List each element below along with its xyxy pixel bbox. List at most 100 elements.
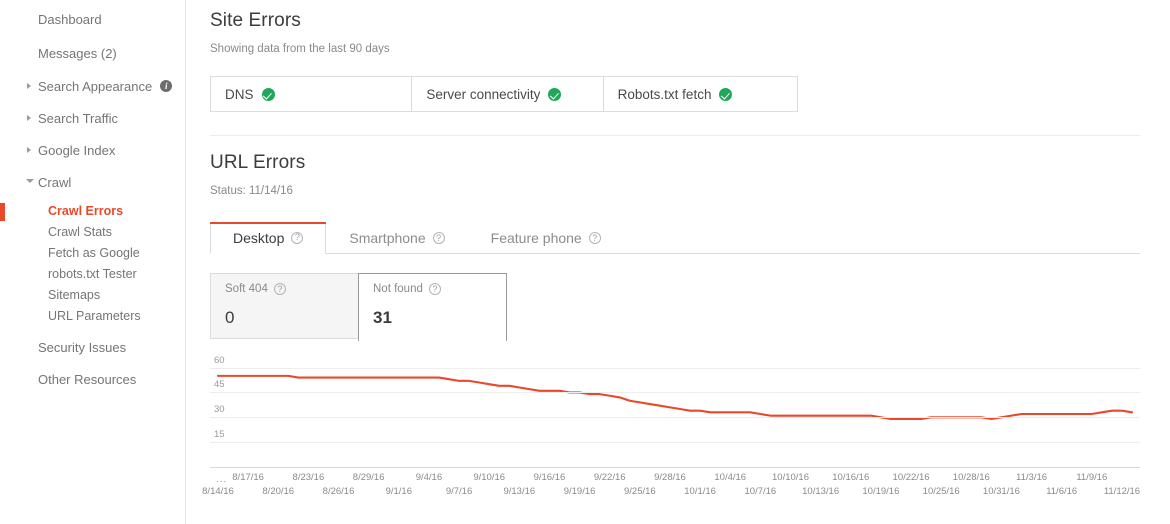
help-icon[interactable]: ? — [428, 283, 441, 295]
tab-label: Desktop — [233, 229, 285, 246]
site-errors-subtitle: Showing data from the last 90 days — [210, 43, 390, 55]
help-icon[interactable]: ? — [291, 231, 304, 244]
check-circle-icon — [719, 87, 733, 101]
site-error-cell-dns[interactable]: DNS — [211, 77, 413, 111]
x-axis-tick-label: 9/1/16 — [385, 486, 412, 497]
metric-value: 0 — [225, 308, 235, 327]
x-axis-tick-label: 10/13/16 — [802, 486, 840, 497]
sidebar-item-messages[interactable]: Messages (2) — [0, 36, 185, 70]
x-axis-tick-label: 8/14/16 — [202, 486, 234, 497]
y-axis-tick-label: 45 — [214, 379, 225, 391]
tab-feature-phone[interactable]: Feature phone ? — [468, 223, 624, 254]
x-axis-tick-label: 10/4/16 — [714, 472, 747, 483]
site-error-cell-server-connectivity[interactable]: Server connectivity — [412, 77, 604, 111]
x-axis-tick-label: 11/12/16 — [1103, 486, 1141, 497]
help-icon[interactable]: ? — [432, 232, 445, 244]
x-axis-tick-label: 8/29/16 — [352, 472, 385, 483]
sidebar-item-label: Security Issues — [38, 339, 127, 355]
y-axis-tick-label: 15 — [214, 429, 225, 441]
x-axis-tick-label: 9/10/16 — [473, 472, 506, 483]
chart-line-svg — [216, 374, 1134, 421]
metric-label: Not found — [373, 283, 423, 295]
sidebar-item-robots-txt-tester[interactable]: robots.txt Tester — [0, 264, 185, 285]
sidebar-item-url-parameters[interactable]: URL Parameters — [0, 306, 185, 327]
sidebar-item-dashboard[interactable]: Dashboard — [0, 2, 185, 36]
chevron-down-icon — [26, 178, 34, 186]
x-axis-tick-label: 11/9/16 — [1076, 472, 1108, 483]
sidebar-item-label: Other Resources — [38, 371, 137, 387]
url-errors-status: Status: 11/14/16 — [210, 185, 293, 197]
sidebar-item-label: URL Parameters — [48, 309, 141, 324]
sidebar-item-other-resources[interactable]: Other Resources — [0, 363, 185, 395]
site-error-label: Server connectivity — [426, 86, 541, 102]
sidebar-item-search-appearance[interactable]: Search Appearance i — [0, 70, 185, 102]
x-axis-tick-label: 11/6/16 — [1046, 486, 1078, 497]
sidebar-item-crawl-stats[interactable]: Crawl Stats — [0, 222, 185, 243]
site-errors-table: DNS Server connectivity Robots.txt fetch — [210, 76, 798, 112]
sidebar-item-security-issues[interactable]: Security Issues — [0, 331, 185, 363]
site-error-cell-robots-txt-fetch[interactable]: Robots.txt fetch — [604, 77, 797, 111]
help-icon[interactable]: ? — [588, 232, 601, 244]
y-axis-tick-label: 60 — [214, 354, 225, 366]
gridline — [210, 392, 1140, 394]
x-axis-tick-label: 9/28/16 — [654, 472, 686, 483]
metric-card-label-wrap: Soft 404 ? — [225, 283, 358, 295]
metric-cards: Soft 404 ? 0 Not found ? 31 — [210, 273, 1140, 341]
chart-plot-area[interactable]: 15 30 45 60 — [210, 354, 1140, 467]
metric-value: 31 — [373, 308, 392, 327]
sidebar: Dashboard Messages (2) Search Appearance… — [0, 0, 186, 524]
tab-label: Feature phone — [490, 230, 582, 246]
sidebar-item-sitemaps[interactable]: Sitemaps — [0, 285, 185, 306]
y-axis-tick-label: 30 — [214, 404, 225, 416]
sidebar-item-label: Sitemaps — [48, 288, 101, 303]
metric-card-label-wrap: Not found ? — [373, 283, 506, 295]
info-icon[interactable]: i — [160, 80, 173, 92]
tab-desktop[interactable]: Desktop ? — [210, 222, 327, 254]
metric-card-not-found[interactable]: Not found ? 31 — [358, 273, 507, 341]
sidebar-item-label: Messages (2) — [38, 45, 117, 61]
metric-label: Soft 404 — [225, 283, 268, 295]
x-axis-tick-label: 10/7/16 — [744, 486, 777, 497]
main-content: Site Errors Showing data from the last 9… — [186, 0, 1170, 524]
gridline — [210, 442, 1140, 444]
x-axis-tick-label: 10/28/16 — [952, 472, 990, 483]
active-indicator — [0, 202, 5, 221]
tab-smartphone[interactable]: Smartphone ? — [326, 223, 467, 254]
x-axis-tick-label: 8/20/16 — [262, 486, 295, 497]
sidebar-item-fetch-as-google[interactable]: Fetch as Google — [0, 243, 185, 264]
x-axis-tick-label: 9/19/16 — [563, 486, 596, 497]
crawl-errors-page: Dashboard Messages (2) Search Appearance… — [0, 0, 1170, 524]
x-axis-tick-label: 9/7/16 — [445, 486, 473, 497]
tab-label: Smartphone — [349, 230, 426, 246]
site-error-label: Robots.txt fetch — [617, 86, 712, 102]
sidebar-item-google-index[interactable]: Google Index — [0, 134, 185, 166]
sidebar-item-label: Search Traffic — [38, 110, 118, 126]
sidebar-item-label: Search Appearance — [38, 78, 153, 94]
x-axis-tick-label: 8/26/16 — [322, 486, 355, 497]
x-axis-tick-label: 8/23/16 — [292, 472, 325, 483]
sidebar-item-label: Fetch as Google — [48, 246, 140, 261]
gridline — [210, 417, 1140, 419]
x-axis-tick-label: 10/25/16 — [922, 486, 960, 497]
x-axis-tick-label: 11/3/16 — [1016, 472, 1048, 483]
x-axis-tick-label: 9/16/16 — [533, 472, 566, 483]
metric-card-soft-404[interactable]: Soft 404 ? 0 — [210, 273, 359, 339]
x-axis-tick-label: 10/10/16 — [772, 472, 809, 483]
help-icon[interactable]: ? — [273, 283, 286, 295]
sidebar-item-label: Crawl Errors — [48, 204, 124, 219]
sidebar-item-label: robots.txt Tester — [48, 267, 137, 282]
x-axis-tick-label: 10/19/16 — [862, 486, 900, 497]
page-title: Site Errors — [210, 10, 301, 31]
sidebar-item-crawl-errors[interactable]: Crawl Errors — [0, 201, 185, 222]
x-axis-tick-label: 9/25/16 — [623, 486, 656, 497]
sidebar-item-search-traffic[interactable]: Search Traffic — [0, 102, 185, 134]
x-axis-ellipsis: ... — [216, 474, 228, 485]
sidebar-item-label: Crawl Stats — [48, 225, 112, 240]
x-axis-tick-label: 10/22/16 — [892, 472, 930, 483]
sidebar-item-crawl[interactable]: Crawl — [0, 166, 185, 198]
chevron-right-icon — [27, 115, 31, 121]
section-divider — [210, 135, 1140, 136]
x-axis-tick-label: 9/13/16 — [503, 486, 536, 497]
chart-series-line — [216, 374, 1134, 421]
x-axis-tick-label: 10/16/16 — [832, 472, 870, 483]
